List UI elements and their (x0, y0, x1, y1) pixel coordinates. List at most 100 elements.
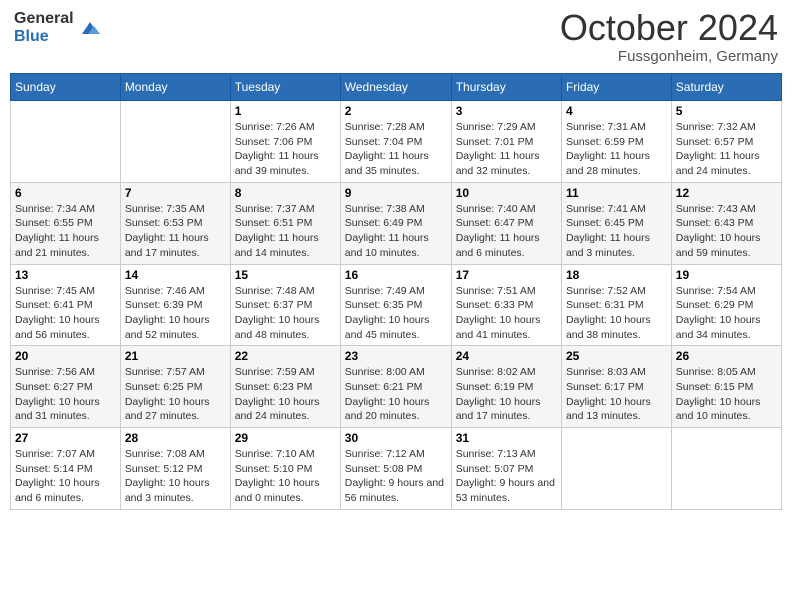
calendar-cell: 27 Sunrise: 7:07 AM Sunset: 5:14 PM Dayl… (11, 428, 121, 510)
day-number: 29 (235, 431, 336, 445)
daylight-text: Daylight: 11 hours and 14 minutes. (235, 232, 319, 259)
day-number: 10 (456, 186, 557, 200)
sunrise-text: Sunrise: 7:38 AM (345, 203, 425, 215)
calendar-cell: 7 Sunrise: 7:35 AM Sunset: 6:53 PM Dayli… (120, 182, 230, 264)
day-info: Sunrise: 7:54 AM Sunset: 6:29 PM Dayligh… (676, 284, 777, 343)
day-of-week-header: Saturday (671, 74, 781, 101)
day-info: Sunrise: 7:31 AM Sunset: 6:59 PM Dayligh… (566, 120, 667, 179)
sunrise-text: Sunrise: 7:37 AM (235, 203, 315, 215)
sunset-text: Sunset: 7:01 PM (456, 136, 534, 148)
calendar-week-row: 20 Sunrise: 7:56 AM Sunset: 6:27 PM Dayl… (11, 346, 782, 428)
title-area: October 2024 Fussgonheim, Germany (560, 10, 778, 65)
calendar-cell: 11 Sunrise: 7:41 AM Sunset: 6:45 PM Dayl… (561, 182, 671, 264)
sunrise-text: Sunrise: 7:07 AM (15, 448, 95, 460)
daylight-text: Daylight: 11 hours and 35 minutes. (345, 150, 429, 177)
daylight-text: Daylight: 10 hours and 3 minutes. (125, 477, 210, 504)
calendar-cell: 30 Sunrise: 7:12 AM Sunset: 5:08 PM Dayl… (340, 428, 451, 510)
sunset-text: Sunset: 6:27 PM (15, 381, 93, 393)
sunset-text: Sunset: 6:21 PM (345, 381, 423, 393)
day-number: 23 (345, 349, 447, 363)
calendar-cell: 13 Sunrise: 7:45 AM Sunset: 6:41 PM Dayl… (11, 264, 121, 346)
daylight-text: Daylight: 10 hours and 31 minutes. (15, 396, 100, 423)
daylight-text: Daylight: 10 hours and 24 minutes. (235, 396, 320, 423)
sunset-text: Sunset: 6:25 PM (125, 381, 203, 393)
sunrise-text: Sunrise: 7:32 AM (676, 121, 756, 133)
sunset-text: Sunset: 5:07 PM (456, 463, 534, 475)
daylight-text: Daylight: 11 hours and 10 minutes. (345, 232, 429, 259)
calendar-cell (11, 101, 121, 183)
day-info: Sunrise: 7:29 AM Sunset: 7:01 PM Dayligh… (456, 120, 557, 179)
day-info: Sunrise: 7:41 AM Sunset: 6:45 PM Dayligh… (566, 202, 667, 261)
day-number: 4 (566, 104, 667, 118)
calendar-cell: 22 Sunrise: 7:59 AM Sunset: 6:23 PM Dayl… (230, 346, 340, 428)
calendar-week-row: 27 Sunrise: 7:07 AM Sunset: 5:14 PM Dayl… (11, 428, 782, 510)
calendar-header-row: SundayMondayTuesdayWednesdayThursdayFrid… (11, 74, 782, 101)
day-info: Sunrise: 7:40 AM Sunset: 6:47 PM Dayligh… (456, 202, 557, 261)
day-info: Sunrise: 8:02 AM Sunset: 6:19 PM Dayligh… (456, 365, 557, 424)
sunrise-text: Sunrise: 8:02 AM (456, 366, 536, 378)
day-info: Sunrise: 7:26 AM Sunset: 7:06 PM Dayligh… (235, 120, 336, 179)
logo-blue-text: Blue (14, 28, 74, 46)
day-info: Sunrise: 8:03 AM Sunset: 6:17 PM Dayligh… (566, 365, 667, 424)
sunset-text: Sunset: 6:59 PM (566, 136, 644, 148)
day-info: Sunrise: 7:08 AM Sunset: 5:12 PM Dayligh… (125, 447, 226, 506)
sunset-text: Sunset: 6:23 PM (235, 381, 313, 393)
sunset-text: Sunset: 6:15 PM (676, 381, 754, 393)
sunset-text: Sunset: 6:51 PM (235, 217, 313, 229)
calendar-cell: 28 Sunrise: 7:08 AM Sunset: 5:12 PM Dayl… (120, 428, 230, 510)
day-info: Sunrise: 7:57 AM Sunset: 6:25 PM Dayligh… (125, 365, 226, 424)
sunset-text: Sunset: 6:37 PM (235, 299, 313, 311)
day-number: 6 (15, 186, 116, 200)
day-number: 26 (676, 349, 777, 363)
day-number: 24 (456, 349, 557, 363)
sunrise-text: Sunrise: 7:35 AM (125, 203, 205, 215)
sunset-text: Sunset: 6:39 PM (125, 299, 203, 311)
sunset-text: Sunset: 6:17 PM (566, 381, 644, 393)
calendar-cell (561, 428, 671, 510)
day-of-week-header: Tuesday (230, 74, 340, 101)
sunrise-text: Sunrise: 7:51 AM (456, 285, 536, 297)
day-info: Sunrise: 7:35 AM Sunset: 6:53 PM Dayligh… (125, 202, 226, 261)
calendar-cell: 24 Sunrise: 8:02 AM Sunset: 6:19 PM Dayl… (451, 346, 561, 428)
calendar-cell: 17 Sunrise: 7:51 AM Sunset: 6:33 PM Dayl… (451, 264, 561, 346)
sunrise-text: Sunrise: 7:57 AM (125, 366, 205, 378)
calendar-cell: 21 Sunrise: 7:57 AM Sunset: 6:25 PM Dayl… (120, 346, 230, 428)
logo-icon (78, 16, 102, 40)
calendar-cell: 23 Sunrise: 8:00 AM Sunset: 6:21 PM Dayl… (340, 346, 451, 428)
calendar-cell: 15 Sunrise: 7:48 AM Sunset: 6:37 PM Dayl… (230, 264, 340, 346)
calendar-cell: 4 Sunrise: 7:31 AM Sunset: 6:59 PM Dayli… (561, 101, 671, 183)
day-info: Sunrise: 7:37 AM Sunset: 6:51 PM Dayligh… (235, 202, 336, 261)
sunrise-text: Sunrise: 7:29 AM (456, 121, 536, 133)
sunset-text: Sunset: 5:12 PM (125, 463, 203, 475)
calendar-cell: 25 Sunrise: 8:03 AM Sunset: 6:17 PM Dayl… (561, 346, 671, 428)
daylight-text: Daylight: 11 hours and 24 minutes. (676, 150, 760, 177)
day-number: 14 (125, 268, 226, 282)
sunrise-text: Sunrise: 7:56 AM (15, 366, 95, 378)
day-number: 5 (676, 104, 777, 118)
sunrise-text: Sunrise: 7:12 AM (345, 448, 425, 460)
sunrise-text: Sunrise: 7:40 AM (456, 203, 536, 215)
sunrise-text: Sunrise: 8:00 AM (345, 366, 425, 378)
sunrise-text: Sunrise: 7:34 AM (15, 203, 95, 215)
sunset-text: Sunset: 5:10 PM (235, 463, 313, 475)
day-number: 21 (125, 349, 226, 363)
daylight-text: Daylight: 11 hours and 6 minutes. (456, 232, 540, 259)
day-info: Sunrise: 8:00 AM Sunset: 6:21 PM Dayligh… (345, 365, 447, 424)
day-number: 12 (676, 186, 777, 200)
sunset-text: Sunset: 6:45 PM (566, 217, 644, 229)
daylight-text: Daylight: 11 hours and 21 minutes. (15, 232, 99, 259)
day-number: 17 (456, 268, 557, 282)
day-info: Sunrise: 7:07 AM Sunset: 5:14 PM Dayligh… (15, 447, 116, 506)
calendar-cell: 26 Sunrise: 8:05 AM Sunset: 6:15 PM Dayl… (671, 346, 781, 428)
daylight-text: Daylight: 10 hours and 10 minutes. (676, 396, 761, 423)
daylight-text: Daylight: 10 hours and 20 minutes. (345, 396, 430, 423)
day-number: 31 (456, 431, 557, 445)
calendar-cell: 20 Sunrise: 7:56 AM Sunset: 6:27 PM Dayl… (11, 346, 121, 428)
sunset-text: Sunset: 6:55 PM (15, 217, 93, 229)
daylight-text: Daylight: 10 hours and 38 minutes. (566, 314, 651, 341)
day-number: 9 (345, 186, 447, 200)
sunrise-text: Sunrise: 7:46 AM (125, 285, 205, 297)
day-info: Sunrise: 7:49 AM Sunset: 6:35 PM Dayligh… (345, 284, 447, 343)
sunrise-text: Sunrise: 7:26 AM (235, 121, 315, 133)
sunrise-text: Sunrise: 7:10 AM (235, 448, 315, 460)
